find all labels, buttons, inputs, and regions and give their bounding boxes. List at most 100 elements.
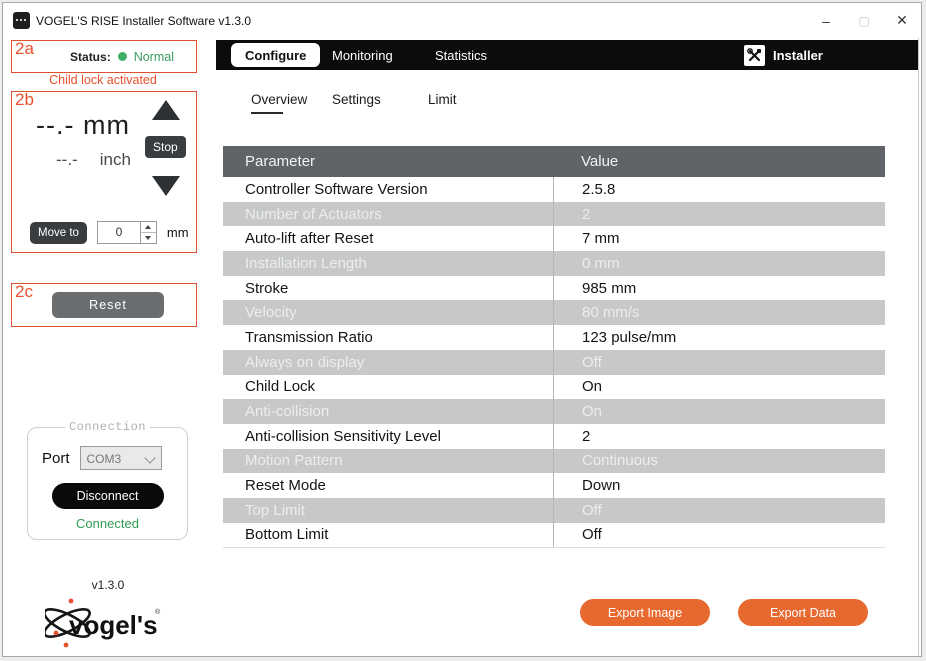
position-inch-unit: inch — [100, 150, 131, 170]
value-cell: On — [553, 375, 885, 400]
title-bar: VOGEL'S RISE Installer Software v1.3.0 –… — [3, 3, 921, 38]
window-title: VOGEL'S RISE Installer Software v1.3.0 — [36, 14, 251, 28]
move-to-button[interactable]: Move to — [30, 222, 87, 244]
table-row: Always on display Off — [223, 350, 885, 375]
vogels-logo: vogel's ® — [45, 596, 167, 655]
position-inch-value: --.- — [56, 150, 78, 170]
header-value: Value — [553, 146, 885, 177]
table-row: Reset Mode Down — [223, 473, 885, 498]
parameter-cell: Auto-lift after Reset — [223, 226, 553, 251]
table-body: Controller Software Version 2.5.8 Number… — [223, 177, 885, 547]
table-row: Transmission Ratio 123 pulse/mm — [223, 325, 885, 350]
annotation-label-2a: 2a — [15, 40, 34, 57]
main-area: Configure Monitoring Statistics Installe… — [216, 38, 919, 656]
table-row: Installation Length 0 mm — [223, 251, 885, 276]
move-to-value[interactable]: 0 — [98, 222, 140, 243]
tab-configure[interactable]: Configure — [231, 43, 320, 67]
value-cell: 2 — [553, 202, 885, 227]
table-row: Motion Pattern Continuous — [223, 449, 885, 474]
parameter-cell: Always on display — [223, 350, 553, 375]
move-up-icon[interactable] — [152, 100, 180, 120]
stop-button[interactable]: Stop — [145, 136, 186, 158]
value-cell: Off — [553, 523, 885, 548]
reset-button[interactable]: Reset — [52, 292, 164, 318]
parameter-cell: Transmission Ratio — [223, 325, 553, 350]
parameter-cell: Child Lock — [223, 375, 553, 400]
maximize-icon[interactable]: ▢ — [845, 14, 883, 28]
disconnect-button[interactable]: Disconnect — [52, 483, 164, 509]
table-row: Anti-collision Sensitivity Level 2 — [223, 424, 885, 449]
parameter-cell: Stroke — [223, 276, 553, 301]
subtab-settings[interactable]: Settings — [332, 92, 381, 107]
annotation-label-2b: 2b — [15, 91, 34, 108]
connection-legend: Connection — [65, 420, 150, 434]
parameter-cell: Velocity — [223, 300, 553, 325]
value-cell: 2.5.8 — [553, 177, 885, 202]
svg-text:®: ® — [155, 608, 161, 616]
status-row: Status: Normal — [48, 41, 196, 72]
value-cell: 0 mm — [553, 251, 885, 276]
move-to-input[interactable]: 0 — [97, 221, 157, 244]
parameter-cell: Installation Length — [223, 251, 553, 276]
value-cell: Off — [553, 350, 885, 375]
value-cell: 985 mm — [553, 276, 885, 301]
stepper-down-icon[interactable] — [141, 233, 156, 243]
header-parameter: Parameter — [223, 146, 553, 177]
port-label: Port — [42, 450, 70, 467]
parameter-cell: Anti-collision — [223, 399, 553, 424]
move-to-stepper[interactable] — [140, 222, 156, 243]
subtab-limit[interactable]: Limit — [428, 92, 457, 107]
table-row: Top Limit Off — [223, 498, 885, 523]
subtab-overview[interactable]: Overview — [251, 92, 307, 114]
value-cell: 2 — [553, 424, 885, 449]
position-inch: --.- inch — [56, 150, 131, 170]
table-row: Child Lock On — [223, 375, 885, 400]
connection-group: Connection Port COM3 Disconnect Connecte… — [27, 420, 188, 540]
table-row: Velocity 80 mm/s — [223, 300, 885, 325]
close-icon[interactable]: ✕ — [883, 12, 921, 29]
tools-icon — [744, 45, 765, 66]
table-row: Controller Software Version 2.5.8 — [223, 177, 885, 202]
installer-label: Installer — [773, 48, 823, 63]
port-row: Port COM3 — [42, 446, 179, 470]
port-value: COM3 — [87, 452, 122, 466]
svg-text:vogel's: vogel's — [69, 610, 158, 640]
parameter-cell: Number of Actuators — [223, 202, 553, 227]
tab-monitoring[interactable]: Monitoring — [332, 40, 393, 70]
connection-status: Connected — [36, 516, 179, 531]
move-to-unit: mm — [167, 225, 189, 240]
parameter-cell: Top Limit — [223, 498, 553, 523]
chevron-down-icon — [144, 452, 155, 463]
stepper-up-icon[interactable] — [141, 222, 156, 233]
export-image-button[interactable]: Export Image — [580, 599, 710, 626]
app-icon — [13, 12, 30, 29]
parameter-cell: Bottom Limit — [223, 523, 553, 548]
minimize-icon[interactable]: – — [807, 13, 845, 29]
tab-statistics[interactable]: Statistics — [435, 40, 487, 70]
table-row: Auto-lift after Reset 7 mm — [223, 226, 885, 251]
nav-bar: Configure Monitoring Statistics Installe… — [216, 40, 918, 70]
parameter-table: Parameter Value Controller Software Vers… — [223, 146, 885, 548]
sidebar: 2a Status: Normal Child lock activated 2… — [3, 38, 217, 656]
value-cell: On — [553, 399, 885, 424]
status-value: Normal — [134, 50, 174, 64]
parameter-cell: Controller Software Version — [223, 177, 553, 202]
value-cell: Off — [553, 498, 885, 523]
child-lock-notice: Child lock activated — [3, 73, 203, 87]
value-cell: 123 pulse/mm — [553, 325, 885, 350]
move-to-row: Move to 0 mm — [30, 221, 189, 244]
port-select[interactable]: COM3 — [80, 446, 162, 470]
annotation-label-2c: 2c — [15, 283, 33, 300]
value-cell: 80 mm/s — [553, 300, 885, 325]
move-down-icon[interactable] — [152, 176, 180, 196]
parameter-cell: Motion Pattern — [223, 449, 553, 474]
table-row: Bottom Limit Off — [223, 523, 885, 548]
table-row: Stroke 985 mm — [223, 276, 885, 301]
table-row: Number of Actuators 2 — [223, 202, 885, 227]
value-cell: 7 mm — [553, 226, 885, 251]
annotation-box-2c: 2c Reset — [11, 283, 197, 327]
value-cell: Continuous — [553, 449, 885, 474]
installer-badge: Installer — [744, 40, 823, 70]
position-mm: --.- mm — [36, 110, 130, 141]
export-data-button[interactable]: Export Data — [738, 599, 868, 626]
